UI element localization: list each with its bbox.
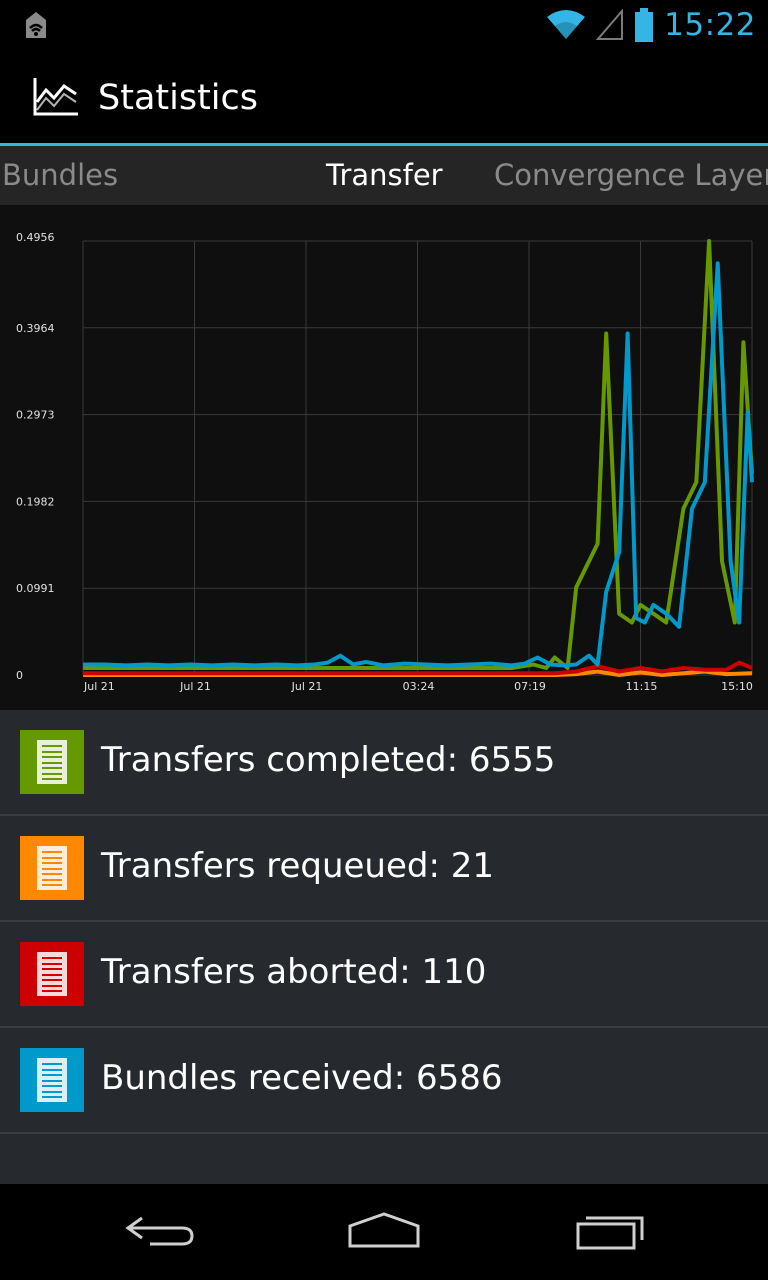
chart-svg: 0.4956 0.3964 0.2973 0.1982 0.0991 0 Jul 21 Jul… bbox=[16, 231, 754, 693]
statistics-chart-icon[interactable] bbox=[32, 76, 80, 118]
recents-icon[interactable] bbox=[572, 1210, 652, 1254]
x-tick-label: 03:24 bbox=[403, 680, 435, 693]
transfer-chart: 0.4956 0.3964 0.2973 0.1982 0.0991 0 Jul 21 Jul… bbox=[0, 205, 768, 710]
legend-list: Transfers completed: 6555 Transfers requ… bbox=[0, 710, 768, 1184]
list-item-transfers-completed[interactable]: Transfers completed: 6555 bbox=[0, 710, 768, 816]
y-tick-label: 0.1982 bbox=[16, 495, 55, 508]
y-tick-label: 0.2973 bbox=[16, 409, 55, 422]
list-item-label: Transfers aborted: 110 bbox=[101, 952, 487, 992]
y-tick-label: 0 bbox=[16, 669, 23, 682]
y-tick-label: 0.0991 bbox=[16, 582, 55, 595]
transfers-aborted-icon bbox=[20, 942, 84, 1006]
action-bar: Statistics bbox=[0, 50, 768, 143]
x-tick-label: 15:10 bbox=[721, 680, 753, 693]
clock: 15:22 bbox=[664, 7, 756, 43]
cell-signal-icon bbox=[596, 9, 624, 40]
list-item-label: Transfers requeued: 21 bbox=[101, 846, 495, 886]
x-tick-label: 11:15 bbox=[626, 680, 658, 693]
battery-icon bbox=[635, 8, 654, 42]
tab-strip: Bundles Transfer Convergence Layer bbox=[0, 146, 768, 205]
list-item-transfers-requeued[interactable]: Transfers requeued: 21 bbox=[0, 816, 768, 922]
x-tick-label: Jul 21 bbox=[179, 680, 211, 693]
bundles-received-icon bbox=[20, 1048, 84, 1112]
x-tick-label: Jul 21 bbox=[83, 680, 115, 693]
back-icon[interactable] bbox=[120, 1210, 200, 1254]
tab-bundles[interactable]: Bundles bbox=[2, 158, 118, 192]
list-item-bundles-received[interactable]: Bundles received: 6586 bbox=[0, 1028, 768, 1134]
transfers-requeued-icon bbox=[20, 836, 84, 900]
y-tick-label: 0.3964 bbox=[16, 322, 55, 335]
x-tick-label: 07:19 bbox=[514, 680, 546, 693]
app-notification-icon bbox=[26, 12, 46, 38]
x-tick-label: Jul 21 bbox=[291, 680, 323, 693]
home-icon[interactable] bbox=[344, 1210, 424, 1254]
list-item-transfers-aborted[interactable]: Transfers aborted: 110 bbox=[0, 922, 768, 1028]
list-item-label: Bundles received: 6586 bbox=[101, 1058, 503, 1098]
list-item-label: Transfers completed: 6555 bbox=[101, 740, 556, 780]
tab-convergence-layer[interactable]: Convergence Layer bbox=[494, 158, 768, 192]
tab-transfer[interactable]: Transfer bbox=[326, 158, 443, 192]
status-bar: 15:22 bbox=[0, 0, 768, 50]
wifi-icon bbox=[547, 10, 586, 39]
navigation-bar bbox=[0, 1184, 768, 1280]
page-title: Statistics bbox=[98, 78, 258, 118]
y-tick-label: 0.4956 bbox=[16, 231, 55, 244]
transfers-completed-icon bbox=[20, 730, 84, 794]
